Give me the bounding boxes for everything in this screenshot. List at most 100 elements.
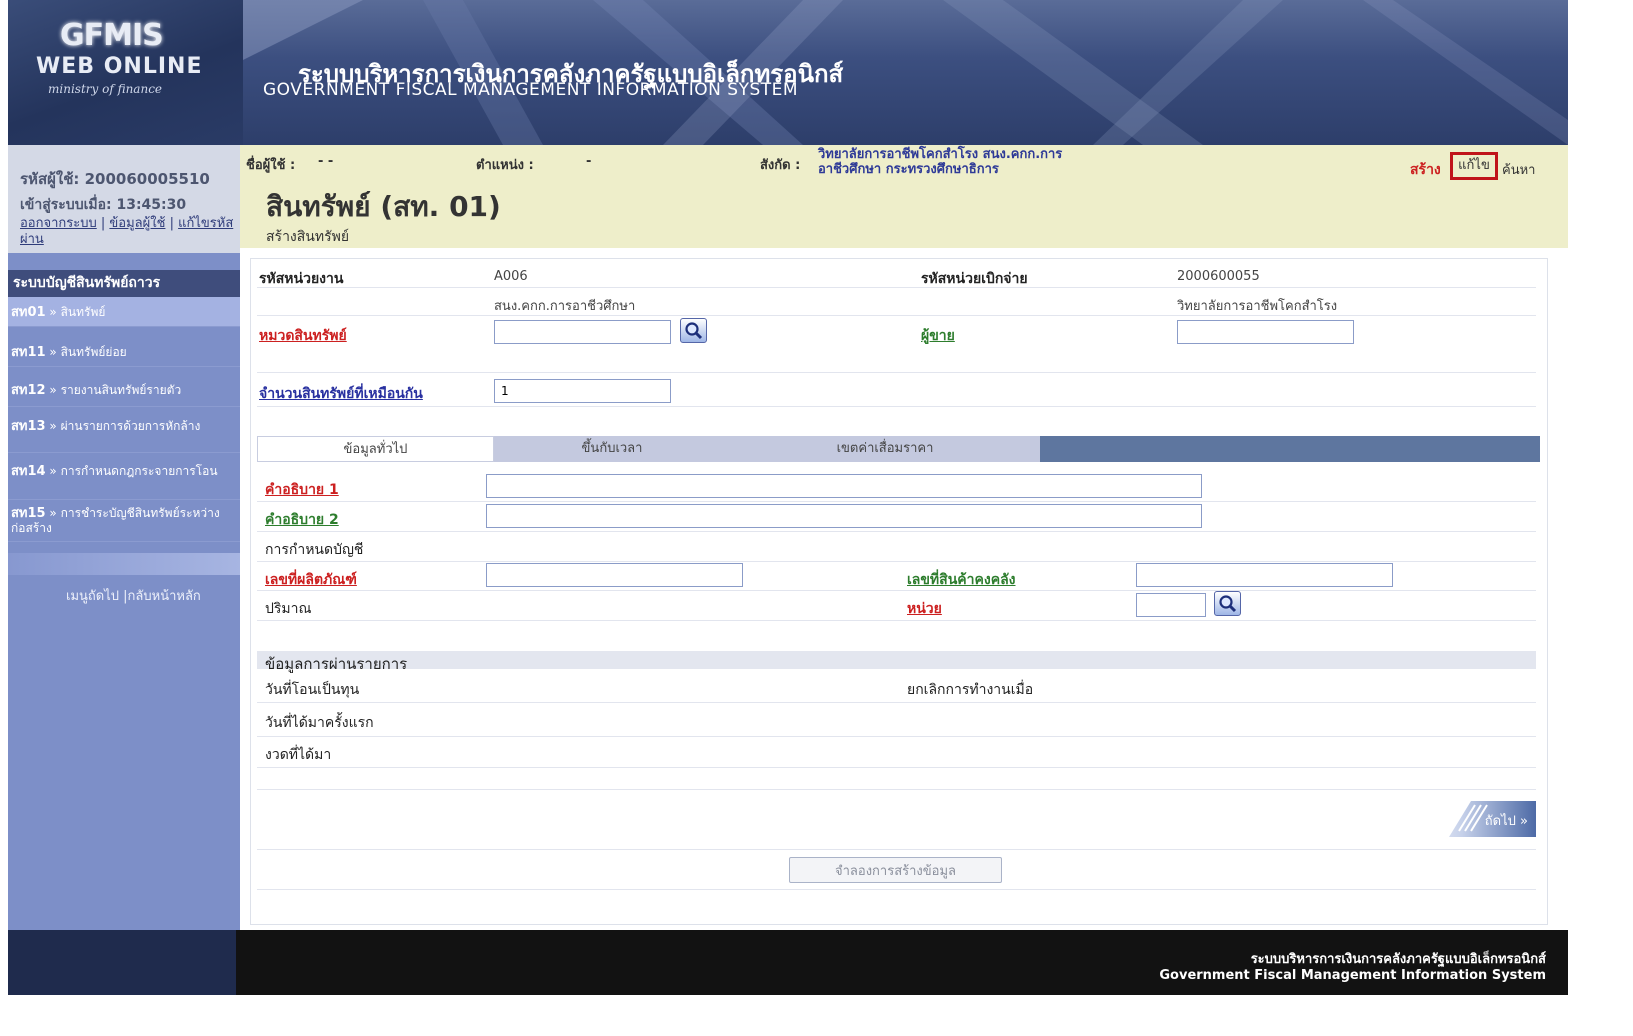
footer-title-en: Government Fiscal Management Information… xyxy=(1159,968,1546,983)
divider xyxy=(257,849,1536,850)
divider xyxy=(257,315,1536,316)
sidebar-item-label: สินทรัพย์ย่อย xyxy=(60,345,127,359)
sidebar-item-st15[interactable]: สท15 » การชำระบัญชีสินทรัพย์ระหว่างก่อสร… xyxy=(8,502,240,542)
search-action[interactable]: ค้นหา xyxy=(1502,159,1535,180)
org-value-line2: อาชีวศึกษา กระทรวงศึกษาธิการ xyxy=(818,162,999,177)
posting-info-heading: ข้อมูลการผ่านรายการ xyxy=(265,655,408,673)
disbursement-name: วิทยาลัยการอาชีพโคกสำโรง xyxy=(1177,299,1338,314)
sidebar-item-code: สท13 xyxy=(11,419,46,434)
divider xyxy=(257,702,1536,703)
home-link[interactable]: กลับหน้าหลัก xyxy=(128,589,201,604)
sidebar-item-code: สท12 xyxy=(11,383,46,398)
next-menu-link[interactable]: เมนูถัดไป xyxy=(66,589,119,604)
tab-depreciation[interactable]: เขตค่าเสื่อมราคา xyxy=(730,436,1040,462)
divider xyxy=(257,406,1536,407)
inventory-no-input[interactable] xyxy=(1136,563,1393,587)
user-links: ออกจากระบบ | ข้อมูลผู้ใช้ | แก้ไขรหัสผ่า… xyxy=(20,216,234,247)
description2-input[interactable] xyxy=(486,504,1202,528)
sidebar-item-code: สท15 xyxy=(11,506,46,521)
asset-category-label[interactable]: หมวดสินทรัพย์ xyxy=(259,325,347,347)
tab-time-dependent[interactable]: ขึ้นกับเวลา xyxy=(494,436,730,462)
org-value: วิทยาลัยการอาชีพโคกสำโรง สนง.คกก.การ อาช… xyxy=(818,147,1062,177)
description1-label[interactable]: คำอธิบาย 1 xyxy=(265,479,339,501)
same-asset-count-label[interactable]: จำนวนสินทรัพย์ที่เหมือนกัน xyxy=(259,383,423,405)
sidebar-item-label: สินทรัพย์ xyxy=(60,305,106,319)
sidebar-item-label: รายงานสินทรัพย์รายตัว xyxy=(60,383,182,397)
divider xyxy=(257,736,1536,737)
divider xyxy=(257,889,1536,890)
unit-label[interactable]: หน่วย xyxy=(907,598,942,620)
header-banner: GFMIS WEB ONLINE ministry of finance ระบ… xyxy=(8,0,1568,145)
sidebar-item-st14[interactable]: สท14 » การกำหนดกฎกระจายการโอน xyxy=(8,460,240,500)
system-title-en: GOVERNMENT FISCAL MANAGEMENT INFORMATION… xyxy=(263,80,799,100)
next-button[interactable]: ถัดไป » xyxy=(1401,801,1536,837)
divider xyxy=(257,561,1536,562)
page-subtitle: สร้างสินทรัพย์ xyxy=(266,229,350,245)
user-info-link[interactable]: ข้อมูลผู้ใช้ xyxy=(109,216,165,231)
sidebar-divider xyxy=(8,553,240,575)
position-label: ตำแหน่ง : xyxy=(476,158,534,173)
username-label: ชื่อผู้ใช้ : xyxy=(246,158,296,173)
account-assignment-label: การกำหนดบัญชี xyxy=(265,542,364,558)
inventory-no-label[interactable]: เลขที่สินค้าคงคลัง xyxy=(907,569,1016,591)
sidebar-item-st11[interactable]: สท11 » สินทรัพย์ย่อย xyxy=(8,337,240,367)
same-asset-count-input[interactable] xyxy=(494,379,671,403)
capitalization-date-label: วันที่โอนเป็นทุน xyxy=(265,682,360,698)
sidebar-item-label: ผ่านรายการด้วยการหักล้าง xyxy=(60,419,201,433)
quantity-label: ปริมาณ xyxy=(265,601,312,617)
asset-category-input[interactable] xyxy=(494,320,671,344)
first-acquisition-label: วันที่ได้มาครั้งแรก xyxy=(265,715,374,731)
disbursement-code-value: 2000600055 xyxy=(1177,269,1260,284)
login-time: เข้าสู่ระบบเมื่อ: 13:45:30 xyxy=(20,197,187,213)
user-code: รหัสผู้ใช้: 200060005510 xyxy=(20,170,210,188)
sidebar-item-code: สท14 xyxy=(11,464,46,479)
divider xyxy=(257,372,1536,373)
product-no-label[interactable]: เลขที่ผลิตภัณฑ์ xyxy=(265,569,357,591)
logo-text-web-online: WEB ONLINE xyxy=(36,54,203,79)
banner-graphic: ระบบบริหารการเงินการคลังภาครัฐแบบอิเล็กท… xyxy=(243,0,1568,145)
agency-name: สนง.คกก.การอาชีวศึกษา xyxy=(494,299,636,314)
vendor-input[interactable] xyxy=(1177,320,1354,344)
sidebar-item-code: สท11 xyxy=(11,345,46,360)
agency-code-value: A006 xyxy=(494,269,528,284)
divider xyxy=(257,590,1536,591)
divider xyxy=(257,501,1536,502)
vendor-label[interactable]: ผู้ขาย xyxy=(921,325,955,347)
sidebar-item-code: สท01 xyxy=(11,305,46,320)
username-value: - - xyxy=(318,154,334,169)
divider xyxy=(257,767,1536,768)
product-no-input[interactable] xyxy=(486,563,743,587)
deactivation-label: ยกเลิกการทำงานเมื่อ xyxy=(907,682,1034,698)
simulate-create-button[interactable]: จำลองการสร้างข้อมูล xyxy=(789,857,1002,883)
description1-input[interactable] xyxy=(486,474,1202,498)
section-band xyxy=(257,651,1536,669)
sidebar-item-st01[interactable]: สท01 » สินทรัพย์ xyxy=(8,297,240,327)
logo-text-gfmis: GFMIS xyxy=(60,18,164,53)
tab-general[interactable]: ข้อมูลทั่วไป xyxy=(257,436,494,462)
search-icon xyxy=(1219,595,1237,613)
footer-title-th: ระบบบริหารการเงินการคลังภาครัฐแบบอิเล็กท… xyxy=(1250,952,1546,967)
footer-logo xyxy=(8,930,236,995)
sidebar-item-st13[interactable]: สท13 » ผ่านรายการด้วยการหักล้าง xyxy=(8,415,240,453)
sidebar-item-label: การกำหนดกฎกระจายการโอน xyxy=(60,464,218,478)
edit-action[interactable]: แก้ไข xyxy=(1450,152,1498,180)
search-icon xyxy=(685,322,703,340)
sidebar-item-st12[interactable]: สท12 » รายงานสินทรัพย์รายตัว xyxy=(8,373,240,407)
acquisition-period-label: งวดที่ได้มา xyxy=(265,747,332,763)
footer: ระบบบริหารการเงินการคลังภาครัฐแบบอิเล็กท… xyxy=(8,930,1568,995)
sidebar-heading: ระบบบัญชีสินทรัพย์ถาวร xyxy=(8,270,240,297)
unit-input[interactable] xyxy=(1136,593,1206,617)
next-button-label: ถัดไป » xyxy=(1484,814,1528,829)
tab-bar: ข้อมูลทั่วไป ขึ้นกับเวลา เขตค่าเสื่อมราค… xyxy=(257,436,1540,462)
description2-label[interactable]: คำอธิบาย 2 xyxy=(265,509,339,531)
page-header-bar: ชื่อผู้ใช้ : - - ตำแหน่ง : - สังกัด : วิ… xyxy=(240,145,1568,248)
asset-form: รหัสหน่วยงาน A006 รหัสหน่วยเบิกจ่าย 2000… xyxy=(250,258,1548,925)
divider xyxy=(257,531,1536,532)
unit-search-button[interactable] xyxy=(1214,591,1241,616)
asset-category-search-button[interactable] xyxy=(680,318,707,343)
create-action[interactable]: สร้าง xyxy=(1410,159,1441,181)
divider xyxy=(257,789,1536,790)
logout-link[interactable]: ออกจากระบบ xyxy=(20,216,97,231)
logo-text-ministry: ministry of finance xyxy=(48,82,163,96)
divider xyxy=(257,287,1536,288)
